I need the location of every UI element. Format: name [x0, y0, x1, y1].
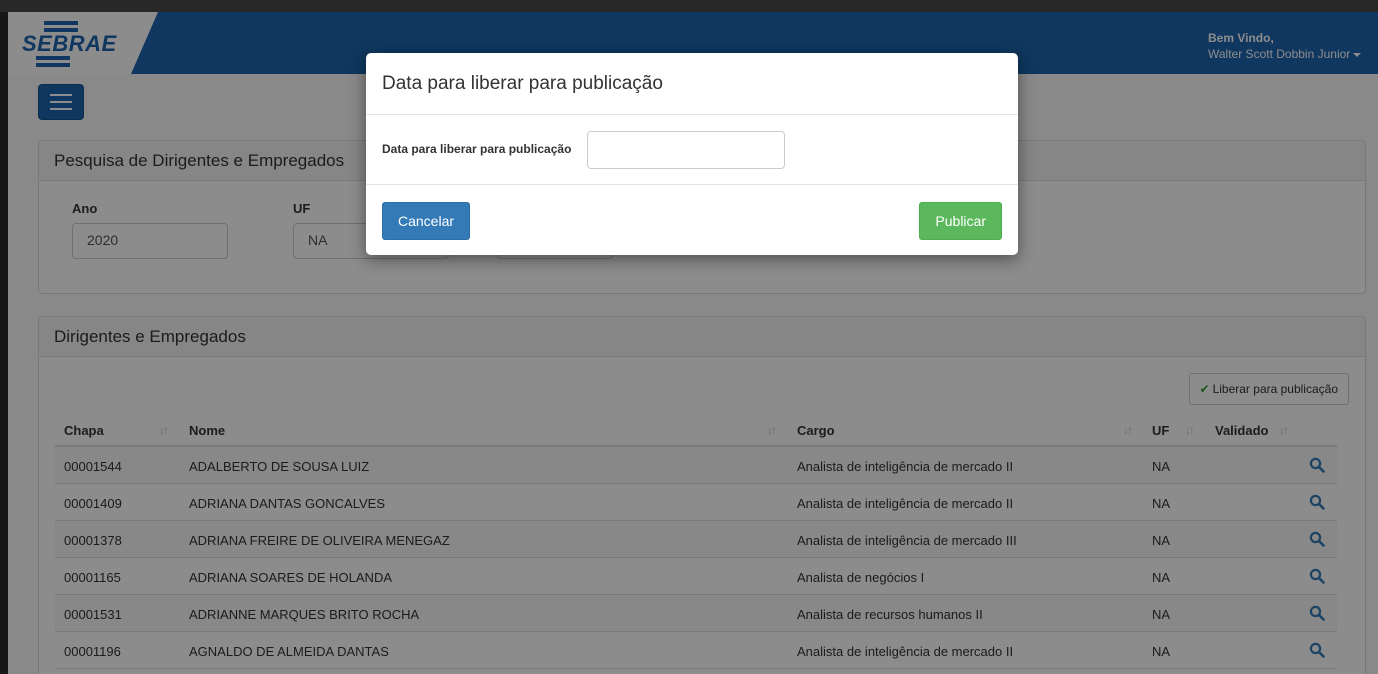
publication-date-modal: Data para liberar para publicação Data p…	[366, 53, 1018, 255]
publication-date-label: Data para liberar para publicação	[382, 142, 572, 156]
publish-button[interactable]: Publicar	[919, 202, 1002, 240]
cancel-button[interactable]: Cancelar	[382, 202, 471, 240]
modal-title: Data para liberar para publicação	[366, 53, 1018, 115]
modal-body: Data para liberar para publicação	[366, 115, 1018, 185]
publication-date-input[interactable]	[587, 131, 785, 169]
modal-footer: Cancelar Publicar	[366, 185, 1018, 255]
